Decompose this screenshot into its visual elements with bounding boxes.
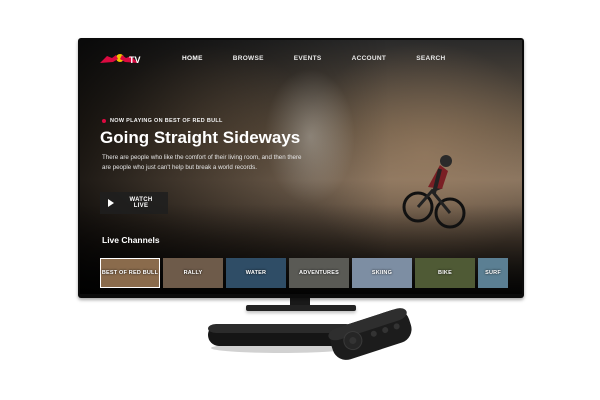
channel-label: SKIING [371, 270, 393, 276]
now-playing: NOW PLAYING ON BEST OF RED BULL [102, 118, 223, 124]
channel-label: ADVENTURES [299, 270, 339, 276]
mountain-biker-image [402, 155, 466, 229]
channel-rally[interactable]: RALLY [163, 258, 223, 288]
nav-home[interactable]: HOME [182, 55, 203, 62]
nav-events[interactable]: EVENTS [294, 55, 322, 62]
channel-best-of-red-bull[interactable]: BEST OF RED BULL [100, 258, 160, 288]
channel-label: BEST OF RED BULL [101, 270, 159, 276]
channel-label: WATER [245, 270, 267, 276]
channel-surf[interactable]: SURF [478, 258, 508, 288]
live-channels-title: Live Channels [102, 235, 160, 245]
watch-live-label: WATCH LIVE [129, 197, 153, 209]
live-channels-row: BEST OF RED BULL RALLY WATER ADVENTURES … [100, 258, 508, 288]
watch-live-button[interactable]: WATCH LIVE [100, 192, 168, 214]
hero-title: Going Straight Sideways [100, 128, 301, 147]
channel-label: SURF [485, 270, 501, 276]
remote-control [328, 308, 412, 360]
channel-bike[interactable]: BIKE [415, 258, 475, 288]
channel-water[interactable]: WATER [226, 258, 286, 288]
svg-text:TV: TV [129, 55, 141, 65]
now-playing-text: NOW PLAYING ON BEST OF RED BULL [110, 118, 223, 124]
nav-account[interactable]: ACCOUNT [352, 55, 387, 62]
channel-label: BIKE [438, 270, 452, 276]
channel-label: RALLY [183, 270, 203, 276]
tv-screen: TV HOME BROWSE EVENTS ACCOUNT SEARCH NOW… [80, 40, 522, 294]
play-icon [108, 199, 114, 207]
channel-adventures[interactable]: ADVENTURES [289, 258, 349, 288]
top-navigation: HOME BROWSE EVENTS ACCOUNT SEARCH [182, 55, 475, 62]
channel-skiing[interactable]: SKIING [352, 258, 412, 288]
red-bull-tv-logo[interactable]: TV [98, 50, 142, 68]
live-indicator-icon [102, 119, 106, 123]
hero-description: There are people who like the comfort of… [102, 154, 302, 171]
nav-search[interactable]: SEARCH [416, 55, 445, 62]
nav-browse[interactable]: BROWSE [233, 55, 264, 62]
television: TV HOME BROWSE EVENTS ACCOUNT SEARCH NOW… [78, 38, 524, 298]
